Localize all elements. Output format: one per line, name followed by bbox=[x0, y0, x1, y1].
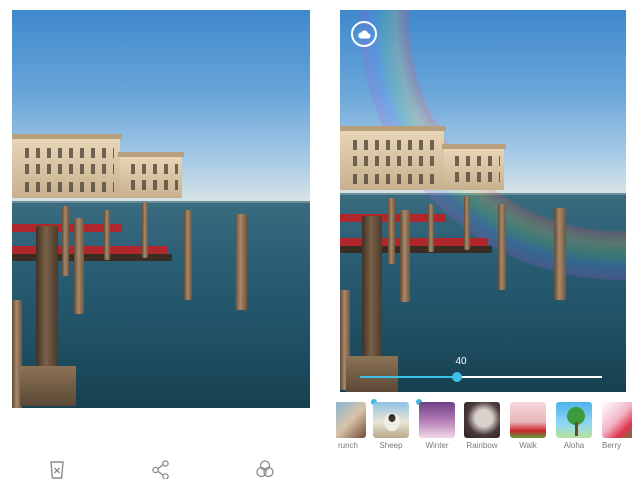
filter-strength-slider[interactable] bbox=[360, 372, 602, 382]
filters-button[interactable] bbox=[254, 458, 276, 480]
slider-fill bbox=[360, 376, 457, 378]
filter-label: Rainbow bbox=[466, 441, 498, 450]
filter-thumb-rainbow[interactable] bbox=[464, 402, 500, 438]
filtered-photo bbox=[340, 10, 626, 392]
filter-thumb-berry[interactable] bbox=[602, 402, 632, 438]
filter-strip[interactable]: runch Sheep Winter Rainbow Walk Aloha Be… bbox=[336, 399, 632, 455]
filter-thumb-walk[interactable] bbox=[510, 402, 546, 438]
filter-label: Aloha bbox=[563, 441, 585, 450]
slider-knob[interactable] bbox=[452, 372, 462, 382]
filter-thumb-aloha[interactable] bbox=[556, 402, 592, 438]
filter-thumb-winter[interactable] bbox=[419, 402, 455, 438]
filter-thumb-sheep[interactable] bbox=[373, 402, 409, 438]
delete-button[interactable] bbox=[46, 458, 68, 480]
filters-icon bbox=[256, 460, 274, 478]
filter-label: Winter bbox=[425, 441, 449, 450]
filter-label: Sheep bbox=[379, 441, 403, 450]
filter-label: Walk bbox=[519, 441, 537, 450]
filter-thumb-runch[interactable] bbox=[336, 402, 366, 438]
building bbox=[12, 134, 122, 198]
cloud-icon bbox=[358, 30, 371, 39]
share-icon bbox=[152, 460, 169, 479]
filter-strength-value: 40 bbox=[455, 356, 467, 367]
trash-icon bbox=[50, 461, 64, 479]
filter-label: Berry bbox=[602, 441, 622, 450]
share-button[interactable] bbox=[150, 458, 172, 480]
original-photo bbox=[12, 10, 310, 408]
cloud-button[interactable] bbox=[351, 21, 377, 47]
